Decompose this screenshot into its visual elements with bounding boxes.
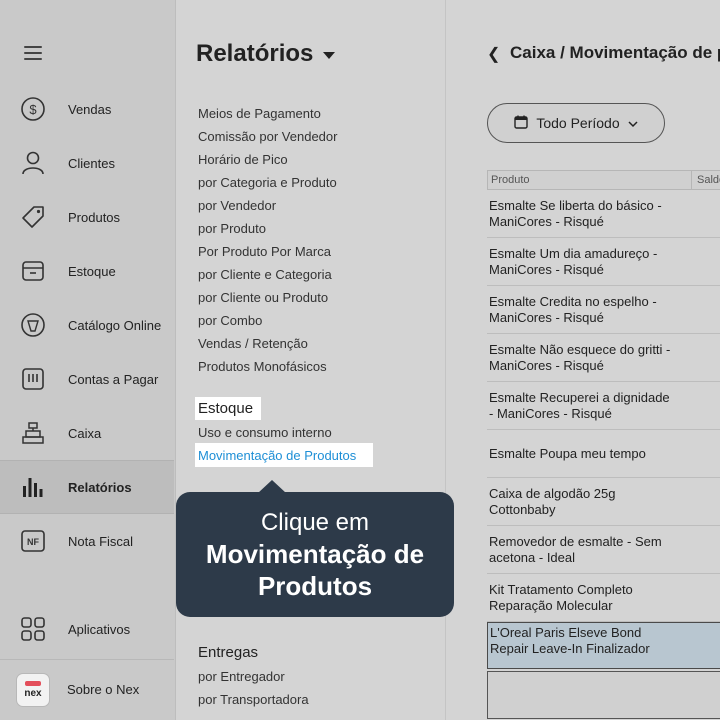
- box-icon: [20, 258, 46, 284]
- report-link[interactable]: por Vendedor: [198, 198, 276, 213]
- column-header-saldo[interactable]: Saldo: [697, 174, 720, 186]
- tooltip-text-line3: Produtos: [257, 571, 373, 601]
- report-link[interactable]: Por Produto Por Marca: [198, 244, 331, 259]
- table-row-selected[interactable]: L'Oreal Paris Elseve Bond Repair Leave-In…: [487, 622, 720, 669]
- sidebar-item-label: Relatórios: [68, 479, 132, 495]
- sidebar-item-clientes[interactable]: Clientes: [0, 136, 174, 190]
- report-link[interactable]: por Combo: [198, 313, 262, 328]
- sidebar: $ Vendas Clientes Produtos Estoque Catál…: [0, 0, 176, 720]
- section-title-entregas: Entregas: [198, 644, 259, 661]
- table-row[interactable]: Esmalte Credita no espelho - ManiCores - …: [487, 286, 720, 334]
- nf-icon-text: NF: [27, 537, 39, 547]
- catalog-icon: [20, 312, 46, 338]
- section-title-estoque: Estoque: [198, 400, 254, 417]
- report-link[interactable]: por Produto: [198, 221, 266, 236]
- apps-grid-icon: [20, 616, 46, 642]
- nex-logo-text: nex: [24, 687, 42, 699]
- sidebar-item-produtos[interactable]: Produtos: [0, 190, 174, 244]
- breadcrumb: Caixa / Movimentação de pr: [510, 43, 720, 62]
- report-link[interactable]: por Categoria e Produto: [198, 175, 337, 190]
- table-row-empty[interactable]: [487, 671, 720, 719]
- sidebar-item-label: Estoque: [68, 263, 116, 279]
- sidebar-item-label: Produtos: [68, 209, 121, 225]
- sidebar-item-label: Contas a Pagar: [68, 371, 159, 387]
- report-link[interactable]: por Transportadora: [198, 692, 309, 707]
- svg-text:$: $: [29, 102, 37, 117]
- report-link-uso-consumo[interactable]: Uso e consumo interno: [198, 425, 332, 440]
- table-row[interactable]: Removedor de esmalte - Sem acetona - Idea…: [487, 526, 720, 574]
- nf-icon: NF: [20, 528, 46, 554]
- tooltip-text-line2: Movimentação de: [205, 539, 425, 569]
- period-label: Todo Período: [536, 115, 620, 131]
- report-link[interactable]: por Entregador: [198, 669, 285, 684]
- bar-chart-icon: [20, 474, 46, 500]
- report-link[interactable]: Meios de Pagamento: [198, 106, 321, 121]
- sidebar-item-label: Caixa: [68, 425, 102, 441]
- period-filter-button[interactable]: Todo Período: [487, 103, 665, 143]
- column-header-produto[interactable]: Produto: [491, 174, 530, 186]
- table-header: Produto Saldo: [487, 170, 720, 190]
- sidebar-item-label: Aplicativos: [68, 621, 131, 637]
- caret-down-icon: [323, 51, 336, 59]
- report-link[interactable]: Horário de Pico: [198, 152, 288, 167]
- sidebar-item-label: Nota Fiscal: [68, 533, 134, 549]
- products-table: Produto Saldo Esmalte Se liberta do bási…: [487, 170, 720, 719]
- sidebar-item-relatorios[interactable]: Relatórios: [0, 460, 174, 514]
- invoice-icon: [20, 366, 46, 392]
- report-link[interactable]: Comissão por Vendedor: [198, 129, 337, 144]
- instruction-tooltip: Clique em Movimentação de Produtos: [176, 480, 454, 617]
- table-row[interactable]: Esmalte Um dia amadureço - ManiCores - Ri…: [487, 238, 720, 286]
- table-row[interactable]: Esmalte Se liberta do básico - ManiCores …: [487, 190, 720, 238]
- report-link[interactable]: por Cliente ou Produto: [198, 290, 328, 305]
- sidebar-item-catalogo-online[interactable]: Catálogo Online: [0, 298, 174, 352]
- report-link[interactable]: Produtos Monofásicos: [198, 359, 327, 374]
- table-row[interactable]: Kit Tratamento Completo Reparação Molecul…: [487, 574, 720, 622]
- sidebar-item-estoque[interactable]: Estoque: [0, 244, 174, 298]
- report-link[interactable]: por Cliente e Categoria: [198, 267, 332, 282]
- sidebar-item-contas-a-pagar[interactable]: Contas a Pagar: [0, 352, 174, 406]
- calendar-icon: [514, 115, 529, 132]
- dollar-circle-icon: $: [20, 96, 46, 122]
- sidebar-item-label: Catálogo Online: [68, 317, 162, 333]
- sidebar-item-caixa[interactable]: Caixa: [0, 406, 174, 460]
- report-link-movimentacao-produtos[interactable]: Movimentação de Produtos: [198, 448, 356, 463]
- table-row[interactable]: Esmalte Recuperei a dignidade - ManiCores…: [487, 382, 720, 430]
- chevron-down-icon: [628, 115, 638, 131]
- sidebar-item-label: Sobre o Nex: [67, 682, 140, 697]
- sidebar-item-nota-fiscal[interactable]: NF Nota Fiscal: [0, 514, 174, 568]
- sidebar-item-vendas[interactable]: $ Vendas: [0, 82, 174, 136]
- tag-icon: [20, 204, 46, 230]
- sidebar-item-label: Vendas: [68, 101, 112, 117]
- sidebar-item-aplicativos[interactable]: Aplicativos: [0, 602, 174, 656]
- tooltip-text-line1: Clique em: [260, 509, 370, 536]
- hamburger-menu-icon[interactable]: [22, 44, 44, 62]
- back-chevron-icon[interactable]: ❮: [487, 44, 500, 64]
- table-row[interactable]: Caixa de algodão 25g Cottonbaby: [487, 478, 720, 526]
- reports-title: Relatórios: [196, 40, 314, 67]
- report-content: ❮ Caixa / Movimentação de pr Todo Períod…: [447, 0, 720, 720]
- nex-logo: nex: [16, 672, 50, 707]
- reports-title-dropdown[interactable]: Relatórios: [196, 40, 336, 68]
- cash-register-icon: [20, 420, 46, 446]
- user-icon: [20, 150, 46, 176]
- table-row[interactable]: Esmalte Poupa meu tempo: [487, 430, 720, 478]
- table-row[interactable]: Esmalte Não esquece do gritti - ManiCores…: [487, 334, 720, 382]
- sidebar-item-label: Clientes: [68, 155, 115, 171]
- report-link[interactable]: Vendas / Retenção: [198, 336, 308, 351]
- sidebar-item-sobre-o-nex[interactable]: nex Sobre o Nex: [0, 659, 174, 719]
